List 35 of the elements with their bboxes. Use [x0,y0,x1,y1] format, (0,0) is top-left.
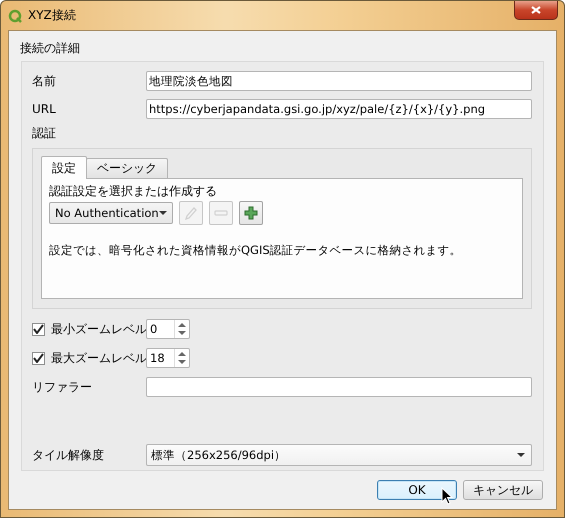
close-icon [530,5,542,15]
checkbox[interactable] [32,322,45,336]
prompt-text: 認証設定を選択または作成する [49,183,218,199]
cursor-icon [441,487,453,505]
checkbox[interactable] [32,352,45,364]
close-button[interactable] [514,1,558,20]
name-field[interactable]: 地理院淡色地図 [146,71,532,91]
url-field[interactable]: https://cyberjapandata.gsi.go.jp/xyz/pale/{z}/{x}/{y}.png [146,99,532,119]
field-label: 名前 [32,72,57,90]
plus-icon [244,206,258,220]
referer-field[interactable] [146,377,532,397]
info-text: 設定では、暗号化された資格情報がQGIS認証データベースに格納されます。 [49,243,463,258]
field-label: タイル解像度 [32,446,105,464]
window-title: XYZ接続 [28,7,76,24]
spin-arrows-icon [174,320,189,338]
spin-box[interactable]: 18 [146,348,190,368]
field-label: URL [32,102,57,116]
caret-icon [159,211,167,215]
add-button[interactable] [239,201,263,225]
spin-arrows-icon [174,349,189,367]
pencil-icon [184,206,198,220]
caret-icon [517,453,525,457]
app-logo-icon [8,8,22,22]
tab[interactable]: ベーシック [86,158,168,178]
group-label: 認証 [32,125,57,142]
check-icon [33,353,44,363]
field-label: リファラー [32,378,93,396]
ok-button[interactable]: OK [377,480,457,500]
tile-resolution-dropdown[interactable]: 標準（256x256/96dpi） [146,444,532,466]
spin-box[interactable]: 0 [146,319,190,339]
section-title: 接続の詳細 [20,40,81,57]
tab[interactable]: 設定 [41,156,87,179]
auth-method-dropdown[interactable]: No Authentication [49,202,173,224]
check-icon [33,324,44,334]
cancel-button[interactable]: キャンセル [463,480,543,500]
